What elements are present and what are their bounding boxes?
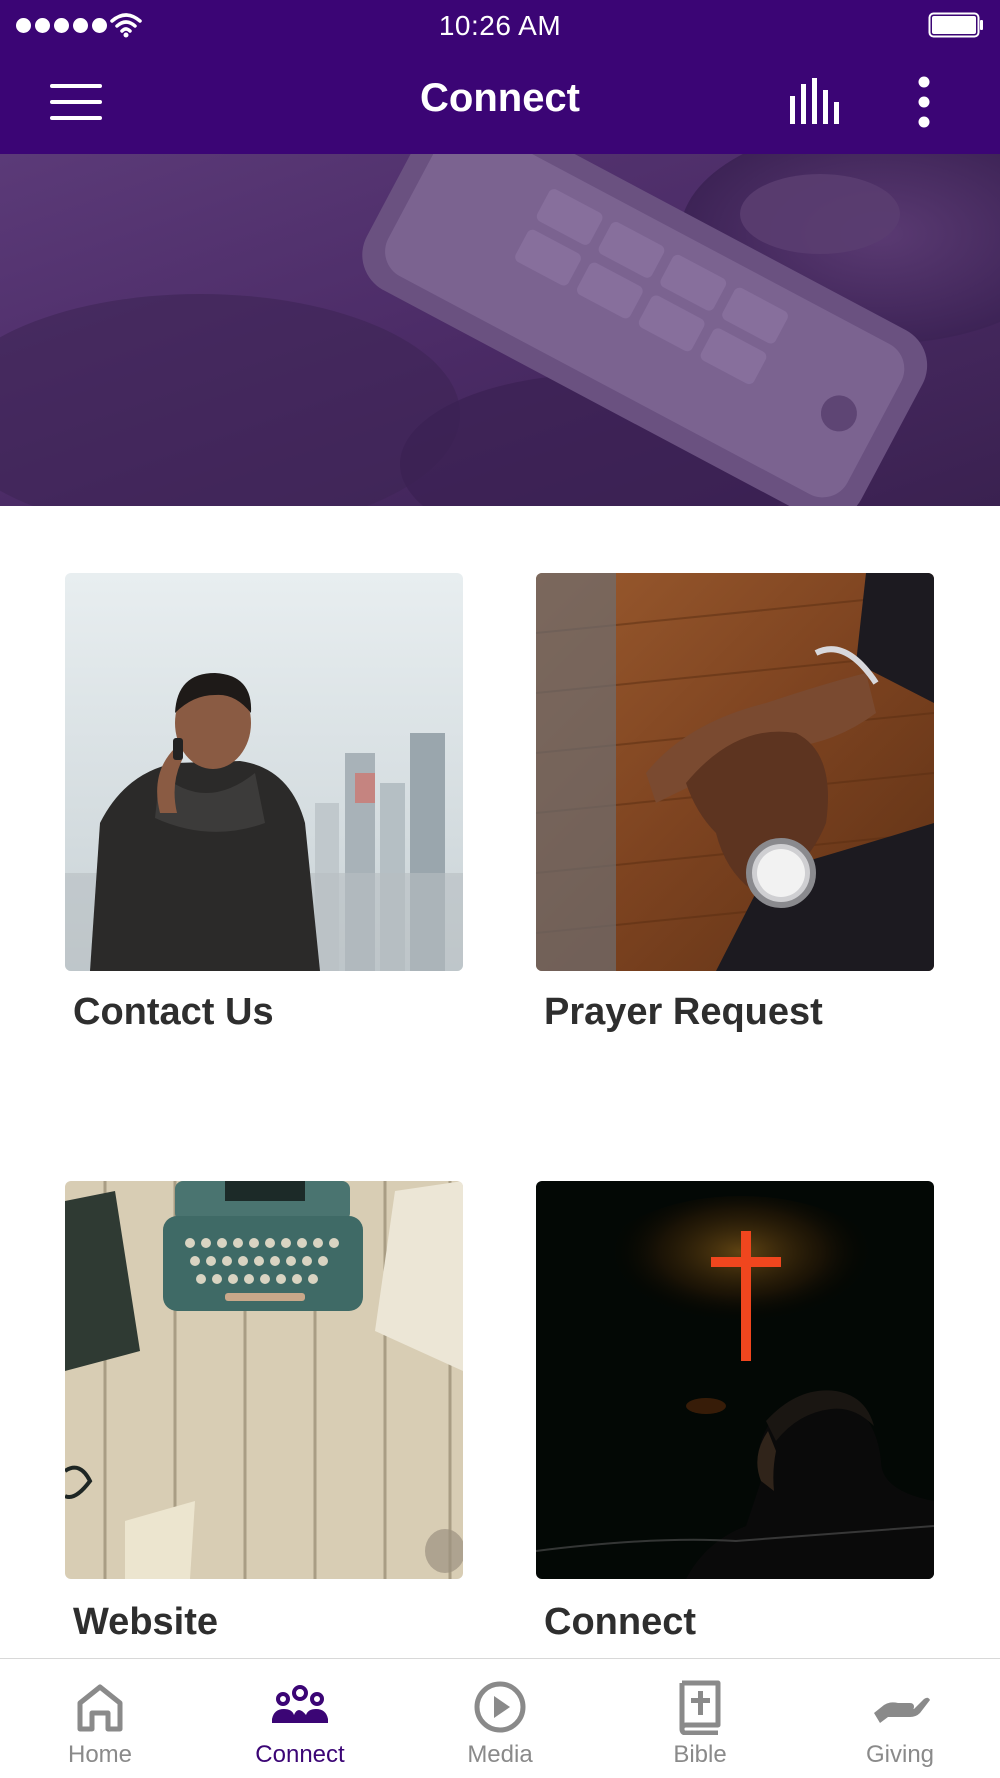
more-vertical-icon <box>918 76 930 128</box>
tile-label: Contact Us <box>73 991 274 1033</box>
nav-label: Media <box>467 1741 533 1768</box>
more-options-button[interactable] <box>900 72 948 132</box>
nav-item-media[interactable]: Media <box>400 1659 600 1778</box>
app-bar: Connect <box>0 50 1000 154</box>
tile-contact-us[interactable]: Contact Us <box>65 573 463 1033</box>
tile-prayer-request[interactable]: Prayer Request <box>536 573 934 1033</box>
tile-label: Connect <box>544 1601 696 1643</box>
nav-item-connect[interactable]: Connect <box>200 1659 400 1778</box>
tile-label: Website <box>73 1601 219 1643</box>
folded-hands-photo <box>536 573 934 971</box>
top-bar: 10:26 AM Connect <box>0 0 1000 154</box>
nav-label: Giving <box>865 1741 935 1768</box>
status-time: 10:26 AM <box>438 10 562 41</box>
page-title: Connect <box>420 76 580 120</box>
hero-banner <box>0 154 1000 506</box>
battery-icon <box>928 12 983 38</box>
nav-label: Connect <box>255 1741 345 1768</box>
typewriter-photo <box>65 1181 463 1579</box>
equalizer-icon <box>790 78 839 124</box>
man-on-phone-photo <box>65 573 463 971</box>
nav-label: Home <box>67 1741 133 1768</box>
bottom-navigation: Home Connect Media Bible Giving <box>0 1658 1000 1778</box>
home-icon <box>77 1684 123 1732</box>
nav-item-home[interactable]: Home <box>0 1659 200 1778</box>
bible-icon <box>679 1680 721 1735</box>
giving-hand-icon <box>874 1697 930 1723</box>
tile-website[interactable]: Website <box>65 1181 463 1643</box>
cross-silhouette-photo <box>536 1181 934 1579</box>
tile-label: Prayer Request <box>544 991 823 1033</box>
people-group-icon <box>272 1685 328 1723</box>
nav-item-bible[interactable]: Bible <box>600 1659 800 1778</box>
tile-connect[interactable]: Connect <box>536 1181 934 1643</box>
nav-item-giving[interactable]: Giving <box>800 1659 1000 1778</box>
nav-label: Bible <box>673 1741 727 1768</box>
phone-in-hands-photo <box>0 154 1000 506</box>
audio-button[interactable] <box>780 74 850 134</box>
status-bar: 10:26 AM <box>0 0 1000 50</box>
play-circle-icon <box>474 1681 526 1733</box>
